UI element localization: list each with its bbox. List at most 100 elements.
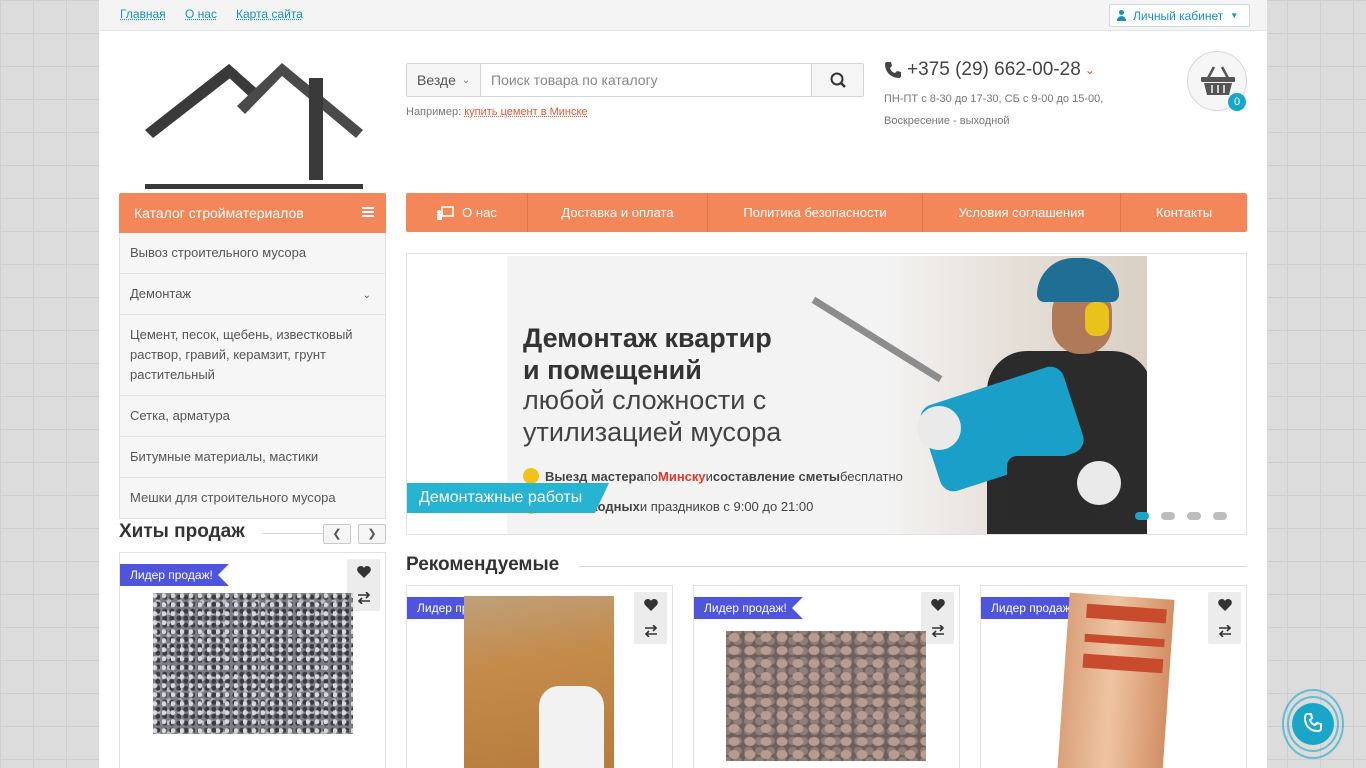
product-image-gravel[interactable] (153, 593, 353, 734)
slider-dot-4[interactable] (1213, 512, 1227, 520)
catalog-item-waste-removal[interactable]: Вывоз строительного мусора (120, 233, 385, 273)
divider (579, 566, 1247, 567)
hits-title: Хиты продаж (119, 521, 245, 542)
account-button[interactable]: Личный кабинет ▼ (1109, 4, 1250, 27)
catalog-item-label: Цемент, песок, щебень, известковый раств… (130, 327, 353, 382)
nav-item-about[interactable]: О нас (406, 193, 528, 232)
search-example-link[interactable]: купить цемент в Минске (464, 106, 587, 118)
wishlist-button[interactable] (634, 592, 667, 618)
catalog-item-label: Сетка, арматура (130, 408, 230, 423)
cement-bag-stripe-graphic (1084, 633, 1165, 648)
nav-item-label: Контакты (1155, 205, 1213, 220)
product-image-pebbles[interactable] (726, 631, 926, 761)
hits-product-card[interactable]: Лидер продаж! (119, 552, 386, 768)
search-scope-select[interactable]: Везде ⌄ (406, 63, 481, 97)
catalog-item-mesh-rebar[interactable]: Сетка, арматура (120, 395, 385, 436)
banner-subheadline: любой сложности с утилизацией мусора (523, 384, 781, 448)
bestseller-badge: Лидер продаж! (694, 597, 803, 619)
hours-line-1: ПН-ПТ с 8-30 до 17-30, СБ с 9-00 до 15-0… (884, 93, 1104, 105)
nav-item-privacy[interactable]: Политика безопасности (708, 193, 923, 232)
sand-bag-graphic (539, 686, 604, 768)
main-nav: О нас Доставка и оплата Политика безопас… (406, 193, 1247, 232)
nav-item-label: Политика безопасности (743, 205, 887, 220)
wishlist-button[interactable] (921, 592, 954, 618)
hits-next-button[interactable]: ❯ (358, 524, 386, 544)
callback-widget[interactable] (1282, 686, 1344, 760)
toplink-home[interactable]: Главная (120, 7, 166, 21)
slider-dot-3[interactable] (1187, 512, 1201, 520)
slider-dot-2[interactable] (1161, 512, 1175, 520)
compare-icon (931, 625, 944, 637)
heart-icon (356, 566, 371, 578)
recommended-product-card-1[interactable]: Лидер продаж! (406, 585, 673, 768)
check-icon (523, 468, 539, 484)
phone-number[interactable]: +375 (29) 662-00-28 (907, 59, 1081, 81)
search-example: Например: купить цемент в Минске (406, 106, 588, 118)
chevron-down-icon[interactable]: ⌄ (363, 286, 371, 306)
compare-icon (1218, 625, 1231, 637)
catalog-item-bags[interactable]: Мешки для строительного мусора (120, 477, 385, 518)
banner-headline: Демонтаж квартир и помещений (523, 322, 772, 386)
bullet-text: Выезд мастера (545, 468, 644, 484)
catalog-item-cement-sand[interactable]: Цемент, песок, щебень, известковый раств… (120, 314, 385, 395)
wishlist-button[interactable] (347, 559, 380, 585)
product-image-cement-bag[interactable] (1056, 592, 1175, 768)
compare-button[interactable] (1208, 618, 1241, 644)
banner-slider[interactable]: Демонтаж квартир и помещений любой сложн… (406, 253, 1247, 535)
bullet-text: бесплатно (839, 468, 903, 484)
product-image-sand[interactable] (464, 596, 614, 768)
nav-item-contacts[interactable]: Контакты (1121, 193, 1247, 232)
banner-sub-line2: утилизацией мусора (523, 417, 782, 447)
search-input[interactable] (480, 63, 812, 97)
catalog-item-label: Демонтаж (130, 286, 192, 301)
catalog-list: Вывоз строительного мусора Демонтаж ⌄ Це… (119, 233, 386, 519)
nav-item-label: Доставка и оплата (561, 205, 674, 220)
hits-prev-button[interactable]: ❮ (323, 524, 351, 544)
compare-icon (357, 592, 370, 604)
nav-item-label: О нас (462, 205, 497, 220)
nav-item-terms[interactable]: Условия соглашения (923, 193, 1121, 232)
catalog-item-demolition[interactable]: Демонтаж ⌄ (120, 273, 385, 314)
wishlist-button[interactable] (1208, 592, 1241, 618)
ear-protector-graphic (1085, 302, 1109, 336)
toplink-sitemap[interactable]: Карта сайта (236, 7, 303, 21)
catalog-item-bitumen[interactable]: Битумные материалы, мастики (120, 436, 385, 477)
chevron-down-icon[interactable]: ⌄ (1085, 63, 1095, 77)
glove-graphic (917, 406, 961, 450)
banner-caption[interactable]: Демонтажные работы (407, 483, 609, 513)
recommended-product-card-2[interactable]: Лидер продаж! (693, 585, 960, 768)
hours-line-2: Воскресение - выходной (884, 115, 1010, 127)
house-logo[interactable] (143, 58, 365, 190)
heart-icon (930, 599, 945, 611)
bullet-text: и праздников с 9:00 до 21:00 (639, 498, 814, 514)
callback-button[interactable] (1292, 703, 1334, 745)
bestseller-badge: Лидер продаж! (120, 564, 229, 586)
bullet-text: составление сметы (712, 468, 840, 484)
banner-headline-line1: Демонтаж квартир (523, 323, 772, 353)
bullet-text: по (643, 468, 658, 484)
compare-icon (644, 625, 657, 637)
page-container: Главная О нас Карта сайта Личный кабинет… (99, 0, 1267, 768)
catalog-title: Каталог стройматериалов (134, 205, 304, 221)
phone-block: +375 (29) 662-00-28 ⌄ (884, 59, 1095, 81)
search-button[interactable] (811, 63, 864, 97)
working-hours: ПН-ПТ с 8-30 до 17-30, СБ с 9-00 до 15-0… (884, 88, 1124, 132)
catalog-header[interactable]: Каталог стройматериалов (119, 193, 386, 233)
search-example-prefix: Например: (406, 106, 462, 118)
user-icon (1116, 10, 1127, 21)
compare-button[interactable] (634, 618, 667, 644)
search-icon (830, 72, 846, 88)
heart-icon (1217, 599, 1232, 611)
recommended-product-card-3[interactable]: Лидер продаж! (980, 585, 1247, 768)
slider-dot-1[interactable] (1135, 512, 1149, 520)
toplink-about[interactable]: О нас (185, 7, 217, 21)
nav-item-label: Условия соглашения (958, 205, 1085, 220)
cement-bag-stripe-graphic (1086, 603, 1167, 624)
banner-bullet-1: Выезд мастера по Минску и составление см… (523, 468, 903, 484)
chevron-down-icon: ⌄ (461, 74, 471, 86)
menu-icon (362, 207, 374, 218)
card-actions (634, 592, 667, 644)
account-label: Личный кабинет (1133, 8, 1224, 23)
nav-item-delivery[interactable]: Доставка и оплата (528, 193, 708, 232)
top-bar: Главная О нас Карта сайта Личный кабинет… (99, 0, 1267, 31)
